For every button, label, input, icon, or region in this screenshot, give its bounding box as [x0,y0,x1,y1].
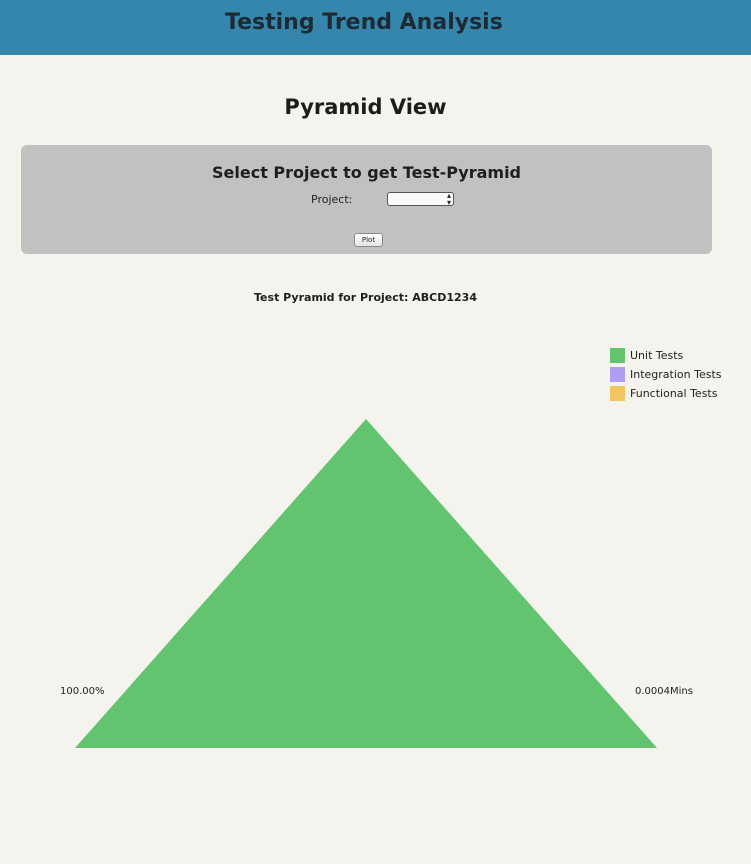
pyramid-chart [75,419,657,748]
pyramid-percent-label: 100.00% [60,686,105,697]
pyramid-time-label: 0.0004Mins [635,686,693,697]
pyramid-segment-unit-tests [75,419,657,748]
